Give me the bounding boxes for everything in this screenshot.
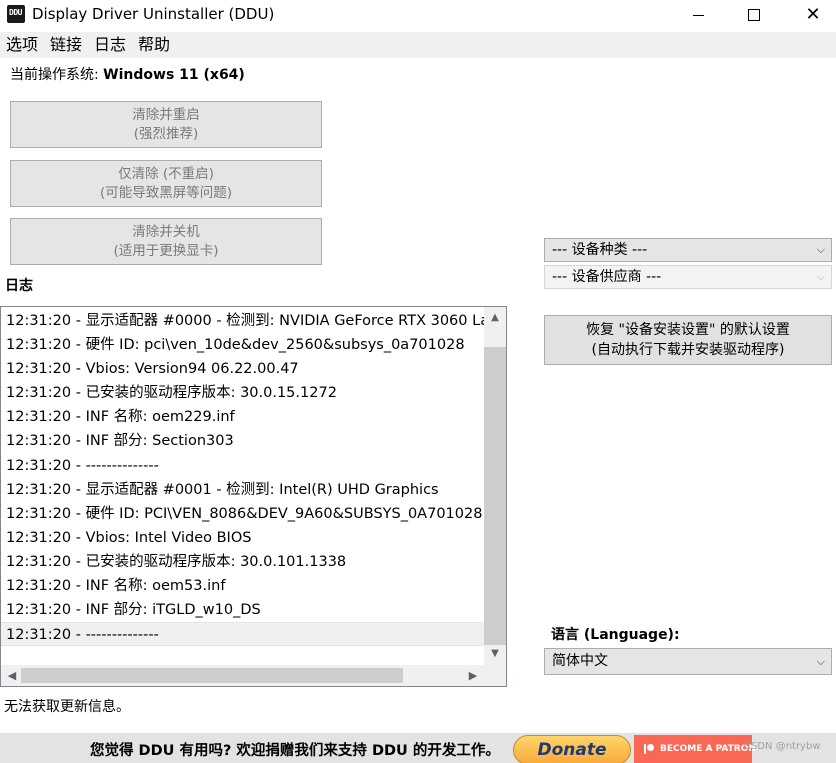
clean-restart-subtitle: (强烈推荐) [133,125,199,142]
clean-shutdown-subtitle: (适用于更换显卡) [113,242,219,259]
menu-options[interactable]: 选项 [0,32,44,58]
clean-and-restart-button[interactable]: 清除并重启 (强烈推荐) [10,101,322,148]
scroll-up-icon[interactable]: ▲ [484,309,506,327]
log-list[interactable]: 12:31:20 - 显示适配器 #0000 - 检测到: NVIDIA GeF… [0,306,507,687]
log-line[interactable]: 12:31:20 - 硬件 ID: pci\ven_10de&dev_2560&… [1,333,484,357]
log-line[interactable]: 12:31:20 - Vbios: Intel Video BIOS [1,526,484,550]
clean-only-title: 仅清除 (不重启) [118,165,214,182]
log-label: 日志 [5,278,33,294]
log-line[interactable]: 12:31:20 - Vbios: Version94 06.22.00.47 [1,357,484,381]
menu-help[interactable]: 帮助 [132,32,176,58]
minimize-button[interactable] [675,0,721,30]
become-patron-button[interactable]: BECOME A PATRON [634,735,756,763]
language-value: 简体中文 [552,653,608,669]
chevron-down-icon: ⌵ [816,243,825,256]
log-line[interactable]: 12:31:20 - 显示适配器 #0000 - 检测到: NVIDIA GeF… [1,309,484,333]
log-line[interactable]: 12:31:20 - 已安装的驱动程序版本: 30.0.15.1272 [1,381,484,405]
language-label: 语言 (Language): [551,627,680,643]
patreon-icon [644,744,654,754]
minimize-icon [692,14,704,16]
horizontal-scroll-thumb[interactable] [21,668,403,683]
clean-only-subtitle: (可能导致黑屏等问题) [99,184,233,201]
log-line[interactable]: 12:31:20 - 显示适配器 #0001 - 检测到: Intel(R) U… [1,478,484,502]
clean-restart-title: 清除并重启 [132,106,200,123]
menu-log[interactable]: 日志 [88,32,132,58]
maximize-icon [748,9,760,21]
chevron-down-icon: ⌵ [816,655,825,668]
scroll-down-icon[interactable]: ▼ [484,645,506,663]
device-vendor-select[interactable]: --- 设备供应商 --- ⌵ [544,265,832,289]
log-line[interactable]: 12:31:20 - -------------- [1,454,484,478]
menu-bar: 选项 链接 日志 帮助 [0,32,836,58]
close-button[interactable]: ✕ [790,0,836,30]
scroll-left-icon[interactable]: ◀ [3,665,21,686]
log-line[interactable]: 12:31:20 - 硬件 ID: PCI\VEN_8086&DEV_9A60&… [1,502,484,526]
maximize-button[interactable] [731,0,777,30]
os-label: 当前操作系统: [10,67,104,83]
log-line[interactable]: 12:31:20 - 已安装的驱动程序版本: 30.0.101.1338 [1,550,484,574]
log-horizontal-scrollbar[interactable]: ◀ ▶ [1,665,484,686]
device-type-value: --- 设备种类 --- [552,242,648,258]
donation-message: 您觉得 DDU 有用吗? 欢迎捐赠我们来支持 DDU 的开发工作。 [90,743,500,759]
app-window: DDU Display Driver Uninstaller (DDU) ✕ 选… [0,0,836,763]
device-type-select[interactable]: --- 设备种类 --- ⌵ [544,238,832,262]
title-bar: DDU Display Driver Uninstaller (DDU) ✕ [0,0,836,30]
clean-no-restart-button[interactable]: 仅清除 (不重启) (可能导致黑屏等问题) [10,160,322,207]
clean-shutdown-title: 清除并关机 [132,223,200,240]
current-os: 当前操作系统: Windows 11 (x64) [10,64,245,84]
patron-label: BECOME A PATRON [660,744,756,754]
restore-subtitle: (自动执行下载并安装驱动程序) [591,342,785,358]
log-line-selected[interactable]: 12:31:20 - -------------- [1,622,484,647]
log-line[interactable]: 12:31:20 - INF 名称: oem229.inf [1,405,484,429]
vertical-scroll-thumb[interactable] [484,347,506,645]
log-line[interactable]: 12:31:20 - INF 部分: Section303 [1,429,484,453]
log-vertical-scrollbar[interactable]: ▲ ▼ [484,307,506,665]
device-vendor-value: --- 设备供应商 --- [552,269,662,285]
update-status: 无法获取更新信息。 [4,699,130,715]
watermark-text: CSDN @ntrybw [744,741,821,752]
scrollbar-corner [484,665,506,686]
app-icon-text: DDU [9,8,22,17]
scroll-right-icon[interactable]: ▶ [464,665,482,686]
window-title: Display Driver Uninstaller (DDU) [32,5,275,23]
restore-title: 恢复 "设备安装设置" 的默认设置 [586,322,790,338]
log-line[interactable]: 12:31:20 - INF 名称: oem53.inf [1,574,484,598]
footer-bar: 您觉得 DDU 有用吗? 欢迎捐赠我们来支持 DDU 的开发工作。 Donate… [0,733,836,763]
chevron-down-icon: ⌵ [816,270,825,283]
log-lines: 12:31:20 - 显示适配器 #0000 - 检测到: NVIDIA GeF… [1,309,484,647]
close-icon: ✕ [805,4,821,25]
log-line[interactable]: 12:31:20 - INF 部分: iTGLD_w10_DS [1,598,484,622]
language-select[interactable]: 简体中文 ⌵ [544,648,832,675]
os-value: Windows 11 (x64) [103,67,245,83]
clean-and-shutdown-button[interactable]: 清除并关机 (适用于更换显卡) [10,218,322,265]
restore-device-settings-button[interactable]: 恢复 "设备安装设置" 的默认设置 (自动执行下载并安装驱动程序) [544,315,832,365]
donate-button[interactable]: Donate [513,735,631,763]
ddu-app-icon: DDU [7,5,25,23]
menu-links[interactable]: 链接 [44,32,88,58]
